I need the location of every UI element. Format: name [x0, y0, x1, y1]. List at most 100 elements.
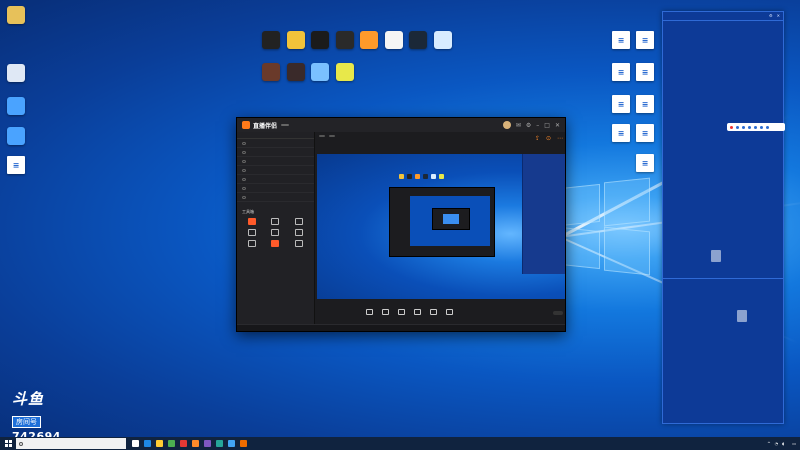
- desktop-icon[interactable]: [283, 63, 309, 82]
- taskbar-app-icon[interactable]: [132, 440, 139, 447]
- bottom-tool-button[interactable]: [446, 309, 453, 316]
- minimize-icon[interactable]: –: [536, 122, 539, 129]
- close-icon[interactable]: ✕: [555, 122, 560, 129]
- notifications-icon[interactable]: ▭: [792, 441, 796, 446]
- desktop-icon[interactable]: ≡: [632, 154, 658, 173]
- desktop-icon[interactable]: ≡: [3, 156, 29, 175]
- bottom-tool-button[interactable]: [430, 309, 437, 316]
- desktop-icon[interactable]: ≡: [608, 95, 634, 114]
- panel-settings-icon[interactable]: ⚙: [769, 13, 773, 19]
- taskbar-app-icon[interactable]: [144, 440, 151, 447]
- taskbar-app-icon[interactable]: [168, 440, 175, 447]
- settings-icon[interactable]: ⚙: [526, 122, 531, 129]
- scene-item[interactable]: [237, 148, 314, 157]
- tool-button[interactable]: [265, 218, 287, 226]
- eye-icon[interactable]: [242, 141, 246, 145]
- tool-button[interactable]: [241, 240, 263, 248]
- tool-button[interactable]: [288, 218, 310, 226]
- desktop-icon[interactable]: [332, 31, 358, 50]
- desktop-icon[interactable]: [332, 63, 358, 82]
- taskbar-app-icon[interactable]: [216, 440, 223, 447]
- taskbar-app-icon[interactable]: [192, 440, 199, 447]
- desktop-icon[interactable]: [258, 31, 284, 50]
- network-icon[interactable]: ◔: [775, 441, 779, 446]
- desktop-icon[interactable]: ≡: [608, 124, 634, 143]
- eye-icon[interactable]: [242, 195, 246, 199]
- eye-icon[interactable]: [242, 159, 246, 163]
- desktop-icon[interactable]: [381, 31, 407, 50]
- tool-button[interactable]: [265, 240, 287, 248]
- toolbar-dot[interactable]: [748, 125, 751, 129]
- more-icon[interactable]: ⋯: [557, 135, 563, 142]
- source-tag[interactable]: [329, 135, 335, 137]
- start-live-button[interactable]: [553, 310, 563, 315]
- message-icon[interactable]: ✉: [516, 122, 521, 129]
- app-titlebar[interactable]: 直播伴侣 ✉ ⚙ – □ ✕: [237, 118, 565, 132]
- desktop-icon[interactable]: ≡: [632, 31, 658, 50]
- desktop-icon[interactable]: [405, 31, 431, 50]
- tool-button[interactable]: [241, 229, 263, 237]
- taskbar-search[interactable]: [16, 438, 126, 449]
- scene-item[interactable]: [237, 139, 314, 148]
- desktop-icon[interactable]: ≡: [632, 63, 658, 82]
- lock-icon[interactable]: ⊙: [546, 135, 551, 142]
- volume-icon[interactable]: ◖: [782, 441, 784, 446]
- desktop-icon[interactable]: [3, 64, 29, 83]
- desktop-icon[interactable]: [307, 31, 333, 50]
- scene-item[interactable]: [237, 166, 314, 175]
- eye-icon[interactable]: [242, 168, 246, 172]
- panel-toolbar[interactable]: [727, 123, 785, 131]
- desktop-icon[interactable]: [258, 63, 284, 82]
- desktop-icon[interactable]: [3, 97, 29, 116]
- desktop-icon[interactable]: [3, 127, 29, 146]
- chevron-up-icon[interactable]: ^: [767, 441, 770, 446]
- taskbar-app-icon[interactable]: [204, 440, 211, 447]
- desktop-icon[interactable]: ≡: [608, 63, 634, 82]
- toolbar-dot[interactable]: [766, 125, 769, 129]
- desktop-icon[interactable]: [356, 31, 382, 50]
- toolbar-dot[interactable]: [730, 125, 733, 129]
- toolbar-dot[interactable]: [760, 125, 763, 129]
- taskbar-app-icon[interactable]: [228, 440, 235, 447]
- eye-icon[interactable]: [242, 177, 246, 181]
- toolbar-dot[interactable]: [736, 125, 739, 129]
- desktop-icon[interactable]: ≡: [632, 95, 658, 114]
- taskbar-app-icon[interactable]: [156, 440, 163, 447]
- eye-icon[interactable]: [242, 186, 246, 190]
- maximize-icon[interactable]: □: [544, 122, 550, 129]
- bottom-tool-button[interactable]: [382, 309, 389, 316]
- bottom-tool-button[interactable]: [414, 309, 421, 316]
- share-icon[interactable]: ⇪: [535, 135, 540, 142]
- tool-icon: [271, 229, 280, 236]
- toolbar-dot[interactable]: [742, 125, 745, 129]
- source-tag[interactable]: [319, 135, 325, 137]
- tool-button[interactable]: [288, 240, 310, 248]
- scene-item[interactable]: [237, 157, 314, 166]
- desktop-icon[interactable]: [430, 31, 456, 50]
- start-button[interactable]: [0, 437, 16, 450]
- eye-icon[interactable]: [242, 150, 246, 154]
- taskbar-app-icon[interactable]: [180, 440, 187, 447]
- scene-item[interactable]: [237, 175, 314, 184]
- bottom-tool-button[interactable]: [398, 309, 405, 316]
- taskbar-app-icon[interactable]: [240, 440, 247, 447]
- desktop-icon[interactable]: ≡: [632, 124, 658, 143]
- scene-item[interactable]: [237, 193, 314, 202]
- panel-close-icon[interactable]: ✕: [777, 13, 780, 19]
- panel-titlebar[interactable]: ⚙ ✕: [663, 12, 783, 21]
- streaming-app-window[interactable]: 直播伴侣 ✉ ⚙ – □ ✕ 工具箱 ⇪ ⊙ ⋯: [236, 117, 566, 332]
- desktop-icon[interactable]: [283, 31, 309, 50]
- avatar[interactable]: [502, 121, 511, 129]
- desktop-icon[interactable]: [307, 63, 333, 82]
- epic-games-icon: [335, 31, 354, 49]
- tool-button[interactable]: [288, 229, 310, 237]
- toolbar-dot[interactable]: [754, 125, 757, 129]
- bottom-tool-button[interactable]: [366, 309, 373, 316]
- tool-button[interactable]: [241, 218, 263, 226]
- stream-preview[interactable]: [317, 154, 565, 299]
- tool-button[interactable]: [265, 229, 287, 237]
- desktop-icon[interactable]: ≡: [608, 31, 634, 50]
- desktop-icon[interactable]: [3, 6, 29, 25]
- chat-panel[interactable]: ⚙ ✕: [662, 11, 785, 424]
- scene-item[interactable]: [237, 184, 314, 193]
